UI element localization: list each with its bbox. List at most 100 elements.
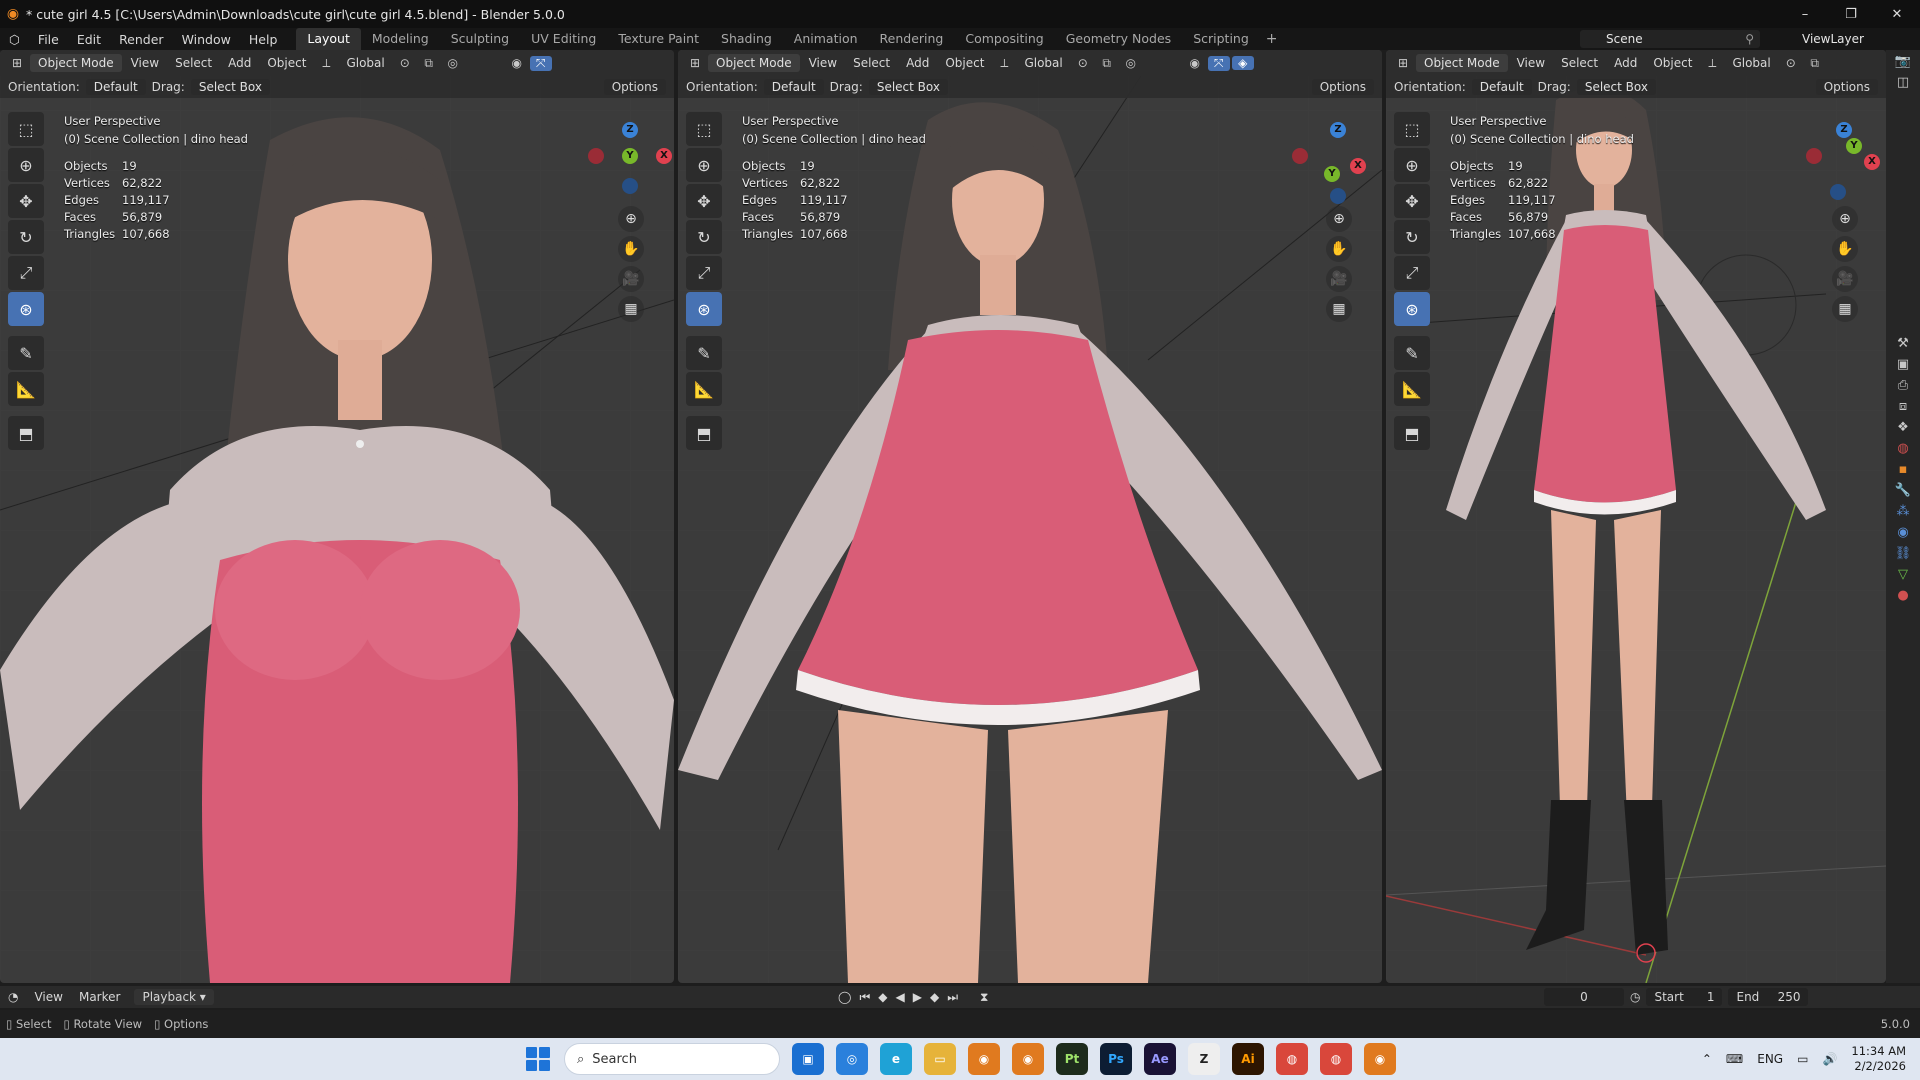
maximize-button[interactable]: ❐ — [1828, 7, 1874, 22]
start-frame-field[interactable]: Start 1 — [1646, 988, 1723, 1006]
axis-neg-x-icon[interactable] — [1292, 148, 1308, 164]
timeline-menu-view[interactable]: View — [26, 990, 70, 1004]
navigation-gizmo[interactable]: Z X Y ⊕ ✋ 🎥 ▦ — [1794, 112, 1880, 342]
axis-y-icon[interactable]: Y — [1324, 166, 1340, 182]
orientation-dropdown[interactable]: Default — [85, 79, 146, 95]
tab-animation[interactable]: Animation — [783, 28, 869, 50]
menu-select[interactable]: Select — [846, 56, 897, 70]
options-dropdown[interactable]: Options — [1815, 79, 1878, 95]
annotate-tool-icon[interactable]: ✎ — [8, 336, 44, 370]
tab-rendering[interactable]: Rendering — [869, 28, 955, 50]
annotate-tool-icon[interactable]: ✎ — [686, 336, 722, 370]
transform-dropdown[interactable]: Global — [1725, 56, 1777, 70]
add-workspace-icon[interactable]: + — [1260, 31, 1284, 47]
render-properties-icon[interactable]: ▣ — [1897, 357, 1909, 372]
chevron-up-icon[interactable]: ⌃ — [1702, 1052, 1712, 1066]
edge-app-icon[interactable]: e — [880, 1043, 912, 1075]
menu-view[interactable]: View — [1510, 56, 1552, 70]
snap-icon[interactable]: ⧉ — [1096, 56, 1118, 71]
menu-file[interactable]: File — [29, 32, 68, 47]
material-properties-icon[interactable]: ● — [1897, 588, 1908, 603]
playback-dropdown[interactable]: Playback ▾ — [134, 989, 214, 1005]
rotate-tool-icon[interactable]: ↻ — [686, 220, 722, 254]
minimize-button[interactable]: – — [1782, 7, 1828, 22]
add-cube-tool-icon[interactable]: ⬒ — [1394, 416, 1430, 450]
close-button[interactable]: ✕ — [1874, 7, 1920, 22]
tab-layout[interactable]: Layout — [296, 28, 361, 50]
prev-keyframe-icon[interactable]: ◆ — [878, 990, 887, 1005]
annotate-tool-icon[interactable]: ✎ — [1394, 336, 1430, 370]
menu-select[interactable]: Select — [168, 56, 219, 70]
mode-dropdown[interactable]: Object Mode — [1416, 54, 1508, 72]
screenshot-icon[interactable]: ◫ — [1897, 75, 1909, 90]
zoom-icon[interactable]: ⊕ — [618, 206, 644, 232]
proportional-edit-icon[interactable]: ◎ — [1120, 56, 1142, 70]
tab-shading[interactable]: Shading — [710, 28, 783, 50]
ortho-grid-icon[interactable]: ▦ — [1832, 296, 1858, 322]
tab-modeling[interactable]: Modeling — [361, 28, 440, 50]
scale-tool-icon[interactable]: ⤢ — [1394, 256, 1430, 290]
menu-render[interactable]: Render — [110, 32, 173, 47]
next-keyframe-icon[interactable]: ◆ — [930, 990, 939, 1005]
menu-object[interactable]: Object — [938, 56, 991, 70]
menu-add[interactable]: Add — [899, 56, 936, 70]
gizmo-toggle-icon[interactable]: ⤧ — [529, 55, 552, 71]
play-icon[interactable]: ▶ — [913, 990, 922, 1005]
pan-hand-icon[interactable]: ✋ — [1326, 236, 1352, 262]
render-camera-icon[interactable]: 📷 — [1895, 54, 1911, 69]
tab-sculpting[interactable]: Sculpting — [440, 28, 520, 50]
add-cube-tool-icon[interactable]: ⬒ — [686, 416, 722, 450]
volume-icon[interactable]: 🔊 — [1822, 1052, 1837, 1066]
rotate-tool-icon[interactable]: ↻ — [1394, 220, 1430, 254]
cursor-tool-icon[interactable]: ⊕ — [686, 148, 722, 182]
clock[interactable]: 11:34 AM 2/2/2026 — [1851, 1044, 1906, 1074]
viewport-left[interactable]: ⊞ Object Mode View Select Add Object ⟂ G… — [0, 50, 674, 983]
teams-app-icon[interactable]: ◎ — [836, 1043, 868, 1075]
axis-x-icon[interactable]: X — [1864, 154, 1880, 170]
ortho-grid-icon[interactable]: ▦ — [618, 296, 644, 322]
blender-app-icon[interactable]: ◉ — [968, 1043, 1000, 1075]
clock-icon[interactable]: ◷ — [1630, 990, 1640, 1004]
select-box-tool-icon[interactable]: ⬚ — [1394, 112, 1430, 146]
play-reverse-icon[interactable]: ◀ — [895, 990, 904, 1005]
camera-view-icon[interactable]: 🎥 — [618, 266, 644, 292]
axis-neg-x-icon[interactable] — [1806, 148, 1822, 164]
pivot-icon[interactable]: ⊙ — [1072, 56, 1094, 70]
zoom-icon[interactable]: ⊕ — [1326, 206, 1352, 232]
viewport-right[interactable]: ⊞ Object Mode View Select Add Object ⟂ G… — [1386, 50, 1886, 983]
menu-add[interactable]: Add — [221, 56, 258, 70]
view-layer-selector[interactable]: ViewLayer — [1770, 30, 1920, 48]
transform-tool-icon[interactable]: ⊛ — [1394, 292, 1430, 326]
physics-icon[interactable]: ◉ — [1897, 525, 1908, 540]
options-dropdown[interactable]: Options — [1311, 79, 1374, 95]
proportional-edit-icon[interactable]: ◎ — [442, 56, 464, 70]
network-icon[interactable]: ▭ — [1797, 1052, 1808, 1066]
menu-window[interactable]: Window — [173, 32, 240, 47]
tool-properties-icon[interactable]: ⚒ — [1897, 336, 1909, 351]
world-properties-icon[interactable]: ◍ — [1897, 441, 1908, 456]
orientation-dropdown[interactable]: Default — [763, 79, 824, 95]
select-box-tool-icon[interactable]: ⬚ — [686, 112, 722, 146]
jump-end-icon[interactable]: ⏭ — [947, 990, 958, 1005]
jump-start-icon[interactable]: ⏮ — [859, 990, 870, 1005]
editor-type-icon[interactable]: ⊞ — [684, 56, 706, 70]
rotate-tool-icon[interactable]: ↻ — [8, 220, 44, 254]
menu-view[interactable]: View — [802, 56, 844, 70]
zbrush-icon[interactable]: Z — [1188, 1043, 1220, 1075]
measure-tool-icon[interactable]: 📐 — [1394, 372, 1430, 406]
substance-painter-icon[interactable]: Pt — [1056, 1043, 1088, 1075]
axis-y-icon[interactable]: Y — [622, 148, 638, 164]
end-frame-field[interactable]: End 250 — [1728, 988, 1809, 1006]
options-dropdown[interactable]: Options — [603, 79, 666, 95]
illustrator-icon[interactable]: Ai — [1232, 1043, 1264, 1075]
chrome-app-icon-2[interactable]: ◍ — [1320, 1043, 1352, 1075]
taskbar-search-input[interactable]: ⌕ Search — [564, 1043, 780, 1075]
tab-scripting[interactable]: Scripting — [1182, 28, 1260, 50]
measure-tool-icon[interactable]: 📐 — [686, 372, 722, 406]
auto-key-icon[interactable]: ◯ — [838, 990, 851, 1005]
transform-dropdown[interactable]: Global — [339, 56, 391, 70]
add-cube-tool-icon[interactable]: ⬒ — [8, 416, 44, 450]
menu-view[interactable]: View — [124, 56, 166, 70]
tab-texture-paint[interactable]: Texture Paint — [607, 28, 710, 50]
editor-type-icon[interactable]: ⊞ — [6, 56, 28, 70]
